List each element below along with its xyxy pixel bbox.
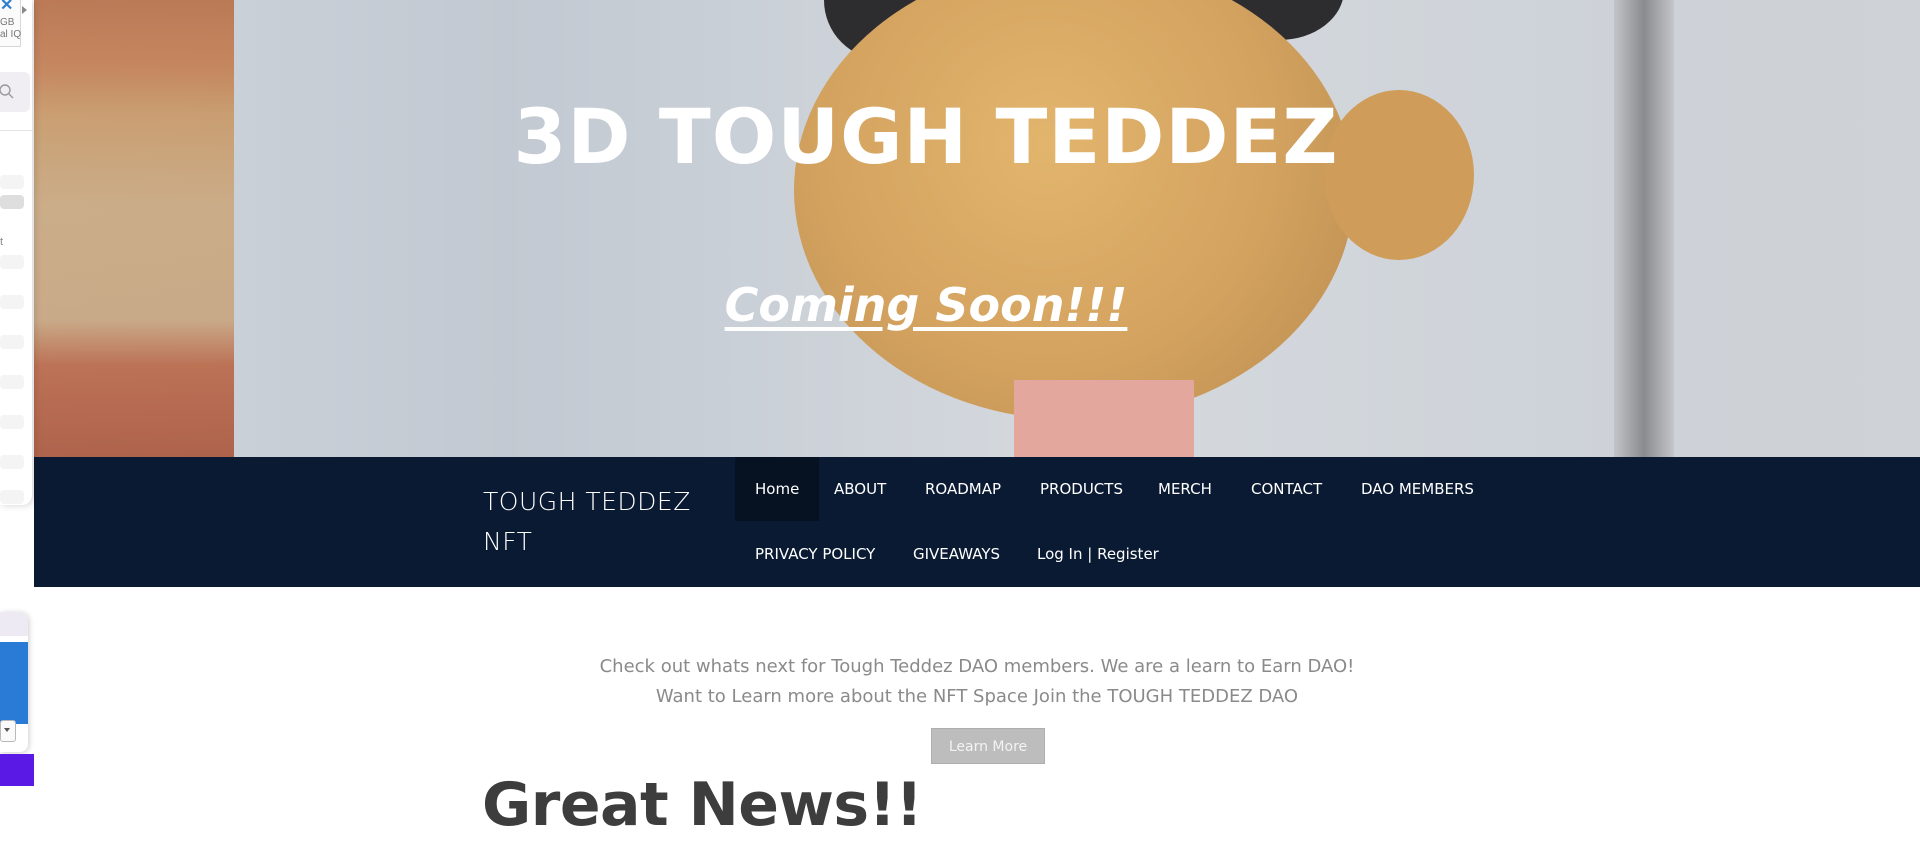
divider [0, 130, 32, 131]
nav-item-contact[interactable]: CONTACT [1231, 457, 1342, 521]
main-navigation: TOUGH TEDDEZ NFT Home ABOUT ROADMAP PROD… [34, 457, 1920, 587]
disclosure-triangle-icon[interactable] [22, 6, 27, 14]
side-list-item[interactable] [0, 295, 24, 309]
side-list-item[interactable] [0, 175, 24, 189]
side-tiny-text: GB al IQ [0, 17, 22, 40]
nav-item-giveaways[interactable]: GIVEAWAYS [893, 522, 1020, 586]
nav-item-dao-members[interactable]: DAO MEMBERS [1341, 457, 1494, 521]
side-row-text: t [0, 236, 4, 248]
intro-line-2: Want to Learn more about the NFT Space J… [655, 686, 1299, 707]
hero-bg-figure-face [794, 0, 1354, 420]
intro-line-1: Check out whats next for Tough Teddez DA… [599, 656, 1355, 677]
search-icon [0, 84, 14, 99]
nav-item-roadmap[interactable]: ROADMAP [905, 457, 1021, 521]
hero-bg-figure-neck [1014, 380, 1194, 457]
side-list-item[interactable] [0, 490, 24, 504]
side-popup-panel: ✕ GB al IQ t [0, 0, 32, 505]
nav-item-privacy-policy[interactable]: PRIVACY POLICY [735, 522, 895, 586]
side-list-item[interactable] [0, 195, 24, 209]
side-panel-header: ✕ GB al IQ [0, 0, 27, 47]
side-list-item[interactable] [0, 375, 24, 389]
learn-more-button[interactable]: Learn More [931, 728, 1045, 764]
side-purple-block [0, 754, 34, 786]
hero-title: 3D TOUGH TEDDEZ [513, 92, 1339, 181]
side-list-item[interactable] [0, 255, 24, 269]
side-panel-2-selection[interactable] [0, 642, 28, 724]
side-list-item[interactable] [0, 455, 24, 469]
section-heading: Great News!! [482, 770, 923, 840]
nav-item-products[interactable]: PRODUCTS [1020, 457, 1143, 521]
close-icon[interactable]: ✕ [0, 0, 13, 15]
site-brand[interactable]: TOUGH TEDDEZ NFT [483, 482, 703, 562]
side-dropdown[interactable] [0, 720, 16, 742]
side-panel-2-header [0, 612, 28, 636]
hero-banner [34, 0, 1920, 457]
side-list-item[interactable] [0, 335, 24, 349]
hero-bg-pole [1614, 0, 1674, 457]
side-search-field[interactable] [0, 72, 30, 112]
nav-item-login-register[interactable]: Log In | Register [1017, 522, 1179, 586]
hero-subtitle: Coming Soon!!! [724, 278, 1128, 332]
nav-item-about[interactable]: ABOUT [814, 457, 906, 521]
hero-bg-figure-left [34, 0, 234, 457]
left-side-strip: ✕ GB al IQ t [0, 0, 34, 847]
side-list-item[interactable] [0, 415, 24, 429]
nav-item-home[interactable]: Home [735, 457, 820, 521]
nav-item-merch[interactable]: MERCH [1138, 457, 1232, 521]
intro-text: Check out whats next for Tough Teddez DA… [34, 652, 1920, 712]
